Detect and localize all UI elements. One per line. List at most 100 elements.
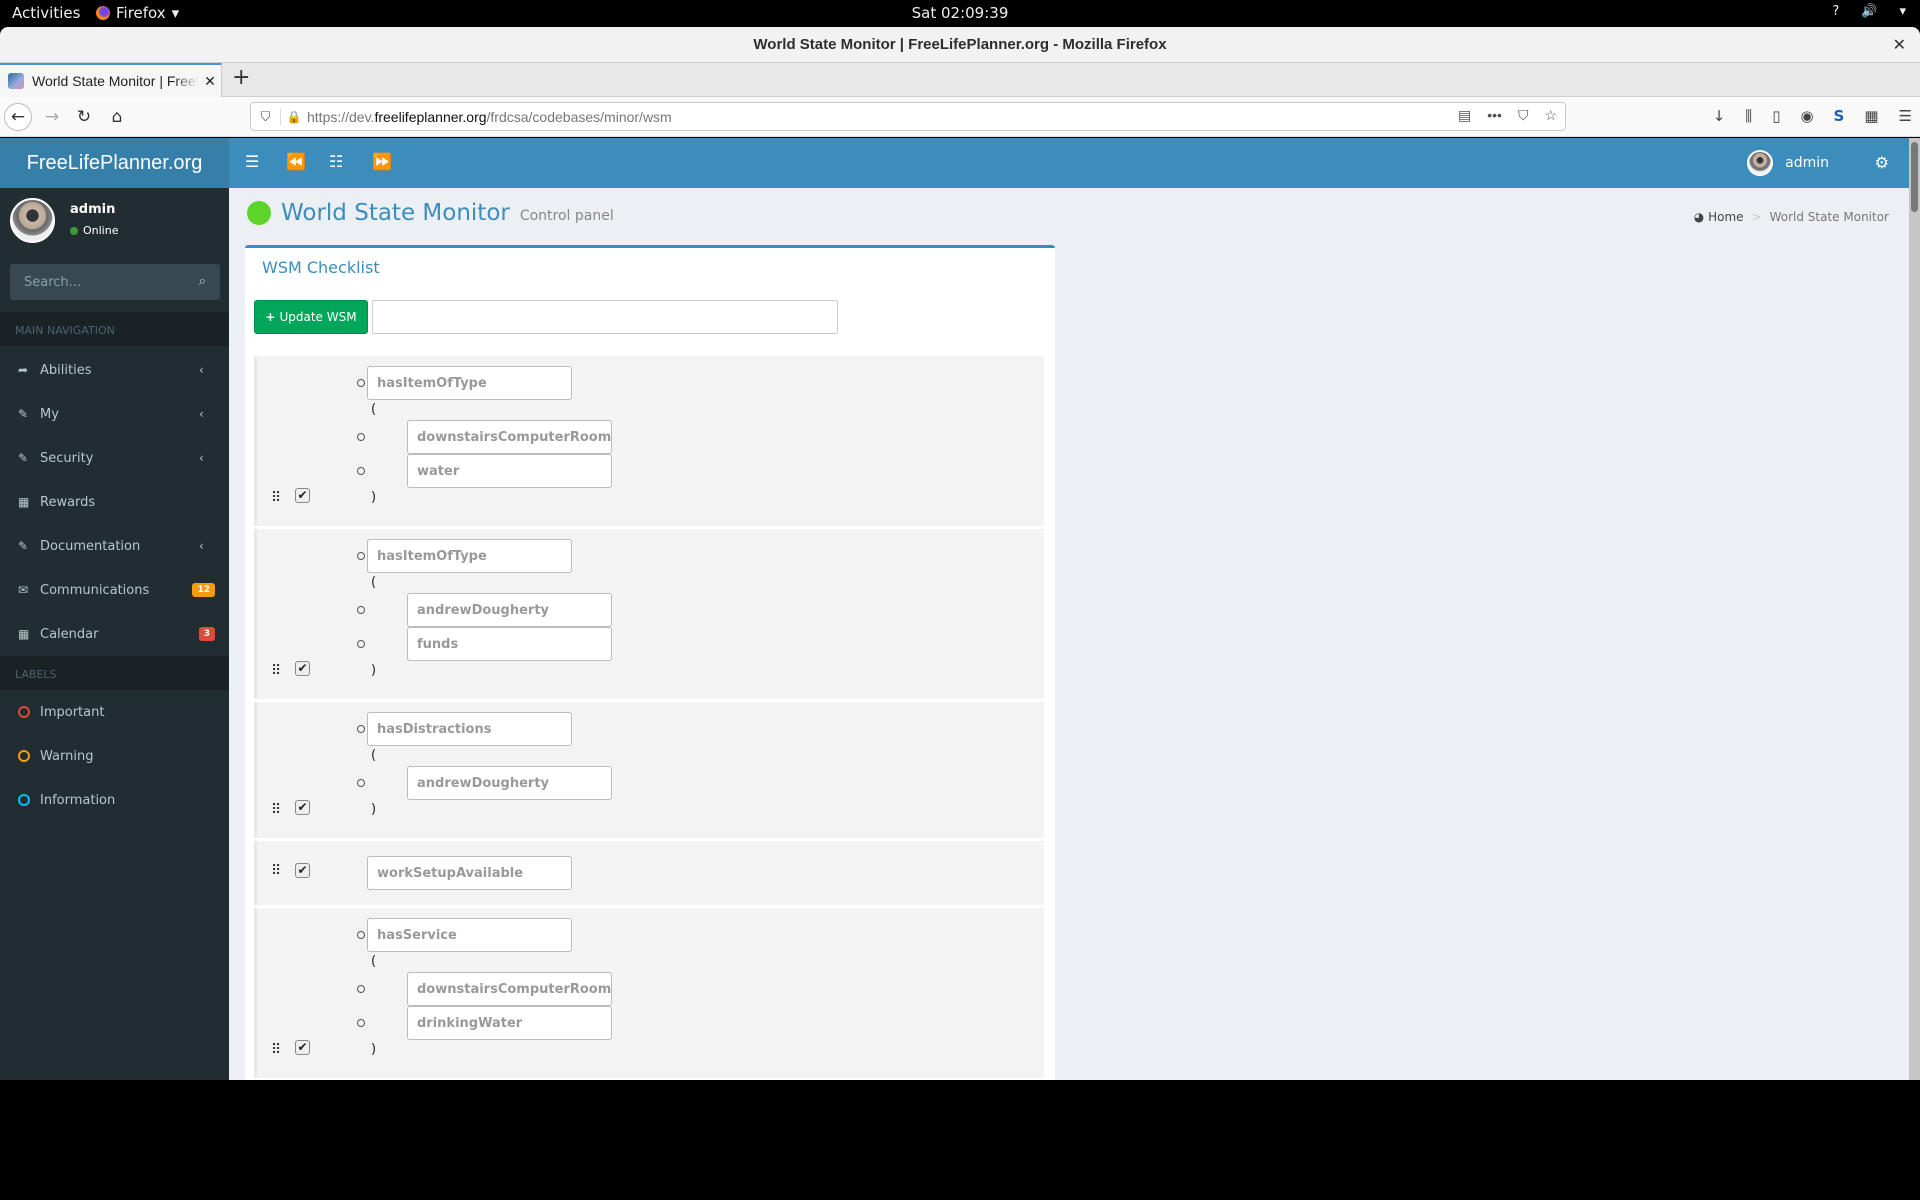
edit-icon: ✎ (18, 451, 29, 465)
argument-field[interactable]: water (407, 454, 612, 488)
brand-logo[interactable]: FreeLifePlanner.org (0, 138, 229, 188)
pocket-icon[interactable]: ⛉ (1518, 107, 1529, 124)
bullet-icon (357, 379, 365, 387)
window-titlebar: World State Monitor | FreeLifePlanner.or… (0, 27, 1920, 63)
page-scrollbar[interactable] (1909, 138, 1920, 1080)
open-paren: ( (371, 575, 377, 590)
fast-forward-icon[interactable]: ⏩ (372, 152, 392, 171)
argument-field[interactable]: drinkingWater (407, 1006, 612, 1040)
shield-icon[interactable]: ⛉ (251, 108, 281, 125)
browser-tab[interactable]: World State Monitor | FreeLifePlanner.or… (0, 63, 222, 97)
close-tab-icon[interactable]: ✕ (199, 73, 221, 90)
new-tab-icon[interactable]: + (232, 65, 250, 90)
url-domain: freelifeplanner.org (374, 108, 487, 125)
system-tray[interactable]: ? 🔊 ▾ (1832, 4, 1906, 19)
extension-s-icon[interactable]: S (1834, 107, 1845, 125)
forward-icon[interactable]: → (38, 103, 66, 131)
sidebar-item-abilities[interactable]: ➦ Abilities ‹ (0, 348, 229, 392)
sidebar-item-rewards[interactable]: ▦ Rewards (0, 480, 229, 524)
label-information[interactable]: Information (0, 778, 229, 822)
home-icon[interactable]: ⌂ (103, 103, 131, 131)
clock[interactable]: Sat 02:09:39 (0, 4, 1920, 22)
downloads-icon[interactable]: ↓ (1713, 107, 1726, 125)
sidebar-toggle-icon[interactable]: ☰ (245, 152, 259, 171)
checklist-row: workSetupAvailable ⠿ ✔ (254, 841, 1044, 905)
argument-field[interactable]: andrewDougherty (407, 593, 612, 627)
chevron-left-icon: ‹ (199, 407, 204, 421)
menu-icon[interactable]: ☰ (1899, 107, 1912, 125)
reader-view-icon[interactable]: ▤ (1458, 107, 1471, 124)
item-checkbox[interactable]: ✔ (295, 863, 310, 878)
status-indicator-icon (247, 201, 271, 225)
drag-handle-icon[interactable]: ⠿ (271, 490, 281, 506)
bullet-icon (357, 931, 365, 939)
item-checkbox[interactable]: ✔ (295, 1040, 310, 1055)
predicate-field[interactable]: hasItemOfType (367, 366, 572, 400)
share-icon: ➦ (18, 363, 29, 377)
scrollbar-thumb[interactable] (1911, 142, 1918, 212)
back-icon[interactable]: ← (4, 103, 32, 131)
account-icon[interactable]: ◉ (1800, 107, 1813, 125)
close-window-icon[interactable]: ✕ (1893, 35, 1906, 54)
argument-field[interactable]: downstairsComputerRoom (407, 972, 612, 1006)
open-paren: ( (371, 748, 377, 763)
argument-field[interactable]: andrewDougherty (407, 766, 612, 800)
update-wsm-button[interactable]: + Update WSM (254, 300, 368, 334)
gears-icon[interactable]: ⚙ (1875, 153, 1889, 172)
item-checkbox[interactable]: ✔ (295, 800, 310, 815)
drag-handle-icon[interactable]: ⠿ (271, 663, 281, 679)
lock-icon[interactable]: 🔒 (281, 110, 307, 124)
user-name: admin (70, 202, 116, 217)
main-navigation-header: MAIN NAVIGATION (0, 312, 229, 346)
header-user-menu[interactable]: admin (1747, 150, 1829, 176)
sidebar-item-my[interactable]: ✎ My ‹ (0, 392, 229, 436)
volume-icon: 🔊 (1861, 4, 1878, 19)
item-checkbox[interactable]: ✔ (295, 661, 310, 676)
reload-icon[interactable]: ↻ (70, 103, 98, 131)
label-text: Information (40, 792, 116, 808)
sidebar-icon[interactable]: ▯ (1772, 107, 1780, 125)
content-wrapper: World State Monitor Control panel ◕ Home… (229, 188, 1909, 1080)
predicate-field[interactable]: workSetupAvailable (367, 856, 572, 890)
sidebar-item-documentation[interactable]: ✎ Documentation ‹ (0, 524, 229, 568)
bookmark-star-icon[interactable]: ☆ (1544, 107, 1557, 124)
wsm-input[interactable] (372, 300, 838, 334)
network-icon: ? (1832, 4, 1840, 19)
chevron-left-icon: ‹ (199, 363, 204, 377)
label-warning[interactable]: Warning (0, 734, 229, 778)
close-paren: ) (371, 663, 377, 678)
library-icon[interactable]: ⫼ (1745, 107, 1752, 125)
open-paren: ( (371, 954, 377, 969)
rewind-icon[interactable]: ⏪ (286, 152, 306, 171)
calendar-icon: ▦ (18, 495, 30, 509)
drag-handle-icon[interactable]: ⠿ (271, 802, 281, 818)
search-icon[interactable]: ⌕ (199, 274, 206, 289)
breadcrumb-home[interactable]: ◕ Home (1694, 210, 1744, 224)
sidebar-item-calendar[interactable]: ▦ Calendar 3 (0, 612, 229, 656)
predicate-field[interactable]: hasService (367, 918, 572, 952)
drag-handle-icon[interactable]: ⠿ (271, 863, 281, 879)
predicate-field[interactable]: hasDistractions (367, 712, 572, 746)
argument-field[interactable]: funds (407, 627, 612, 661)
sidebar-search-input[interactable]: Search... ⌕ (10, 264, 220, 300)
server-icon[interactable]: ☷ (329, 152, 343, 171)
url-path: /frdcsa/codebases/minor/wsm (486, 108, 672, 125)
sidebar-item-label: Abilities (40, 362, 92, 378)
activities-button[interactable]: Activities (12, 4, 80, 22)
bullet-icon (357, 985, 365, 993)
sidebar-item-security[interactable]: ✎ Security ‹ (0, 436, 229, 480)
predicate-field[interactable]: hasItemOfType (367, 539, 572, 573)
sidebar-item-label: My (40, 406, 59, 422)
drag-handle-icon[interactable]: ⠿ (271, 1042, 281, 1058)
user-status: Online (70, 224, 118, 237)
item-checkbox[interactable]: ✔ (295, 488, 310, 503)
label-important[interactable]: Important (0, 690, 229, 734)
firefox-icon (96, 6, 110, 20)
argument-field[interactable]: downstairsComputerRoom (407, 420, 612, 454)
breadcrumb: ◕ Home > World State Monitor (1694, 210, 1889, 224)
sidebar-item-communications[interactable]: ✉ Communications 12 (0, 568, 229, 612)
url-bar[interactable]: ⛉ 🔒 https://dev. freelifeplanner.org/frdc… (250, 102, 1566, 131)
more-actions-icon[interactable]: ••• (1487, 107, 1502, 124)
app-menu[interactable]: Firefox ▾ (96, 4, 179, 22)
extension-icon[interactable]: ▦ (1864, 107, 1878, 125)
